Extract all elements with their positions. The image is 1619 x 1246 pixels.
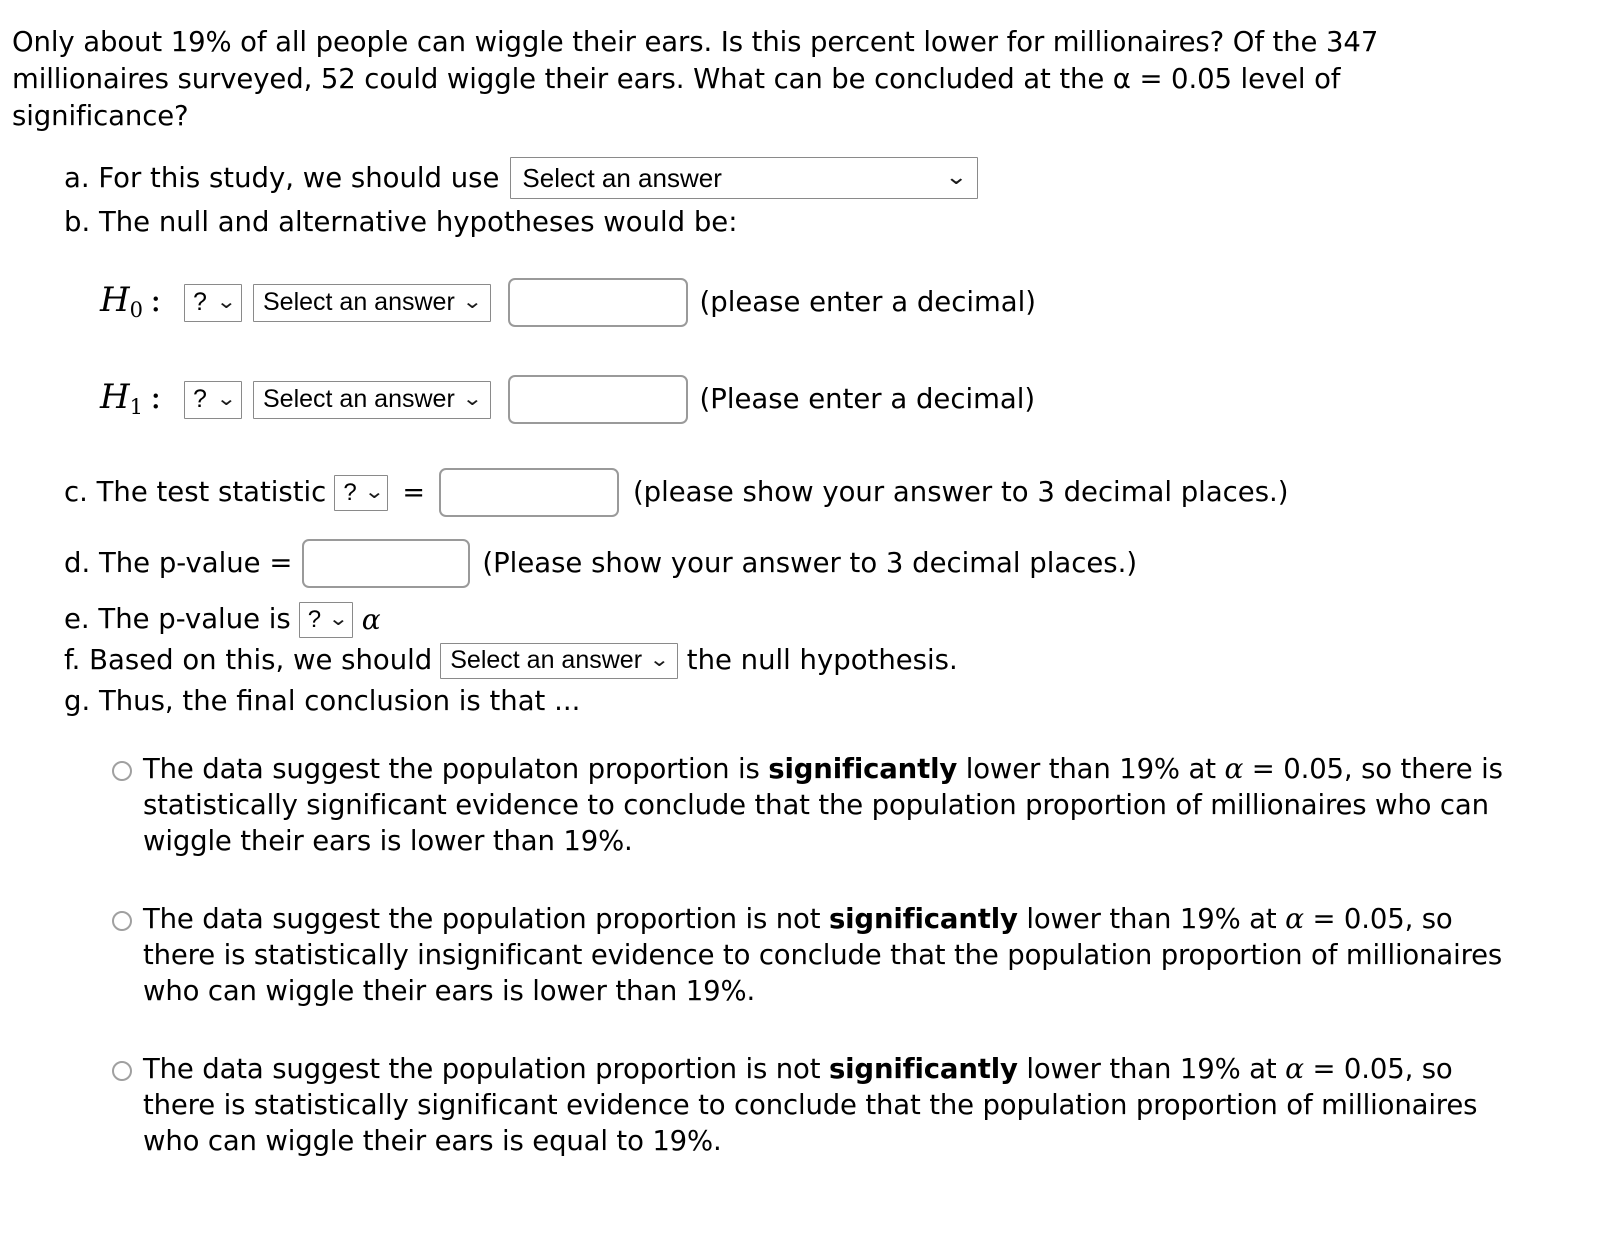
- conclusion-option-1[interactable]: The data suggest the populaton proportio…: [112, 751, 1532, 859]
- part-b: b. The null and alternative hypotheses w…: [64, 203, 1607, 242]
- h1-comparator-select[interactable]: ? ⌄: [184, 380, 242, 419]
- conclusion-option-3[interactable]: The data suggest the population proporti…: [112, 1051, 1532, 1159]
- option-1-part2: lower than 19% at: [957, 753, 1225, 785]
- test-statistic-equals: =: [402, 477, 425, 508]
- part-a: a. For this study, we should use Select …: [64, 157, 1607, 199]
- conclusion-option-2[interactable]: The data suggest the population proporti…: [112, 901, 1532, 1009]
- option-1-bold: significantly: [768, 753, 958, 785]
- h0-value-input[interactable]: [507, 278, 688, 327]
- study-type-select-value: Select an answer: [522, 163, 722, 193]
- h0-comparator-select[interactable]: ? ⌄: [184, 283, 242, 322]
- h0-parameter-value: Select an answer: [263, 288, 455, 316]
- option-2-bold: significantly: [828, 903, 1018, 935]
- h1-parameter-select[interactable]: Select an answer ⌄: [253, 380, 491, 419]
- option-3-part1: The data suggest the population proporti…: [143, 1053, 829, 1085]
- test-statistic-value: ?: [343, 478, 357, 506]
- part-a-label: a. For this study, we should use: [64, 161, 500, 194]
- option-1-alpha: α: [1224, 752, 1244, 785]
- part-d-hint: (Please show your answer to 3 decimal pl…: [482, 547, 1138, 579]
- part-f: f. Based on this, we should Select an an…: [64, 641, 1607, 680]
- part-e: e. The p-value is ? ⌄ α: [64, 600, 1607, 639]
- radio-button-option-3[interactable]: [112, 1061, 132, 1081]
- p-value-input[interactable]: [302, 539, 471, 588]
- alternative-hypothesis-row: H1: ? ⌄ Select an answer ⌄ (Please enter…: [100, 375, 1607, 424]
- test-statistic-input[interactable]: [438, 468, 619, 517]
- part-g: g. Thus, the final conclusion is that ..…: [64, 682, 1607, 721]
- chevron-down-icon: ⌄: [944, 164, 968, 189]
- option-3-bold: significantly: [828, 1053, 1018, 1085]
- h1-colon: :: [150, 377, 162, 417]
- chevron-down-icon: ⌄: [216, 387, 238, 410]
- null-hypothesis-row: H0: ? ⌄ Select an answer ⌄ (please enter…: [100, 278, 1607, 327]
- decision-select[interactable]: Select an answer ⌄: [440, 642, 678, 679]
- chevron-down-icon: ⌄: [461, 387, 483, 410]
- conclusion-option-1-text: The data suggest the populaton proportio…: [143, 751, 1532, 859]
- chevron-down-icon: ⌄: [648, 648, 670, 671]
- h1-comparator-value: ?: [193, 385, 207, 413]
- part-e-label: e. The p-value is: [64, 603, 291, 635]
- radio-button-option-2[interactable]: [112, 911, 132, 931]
- decision-select-value: Select an answer: [450, 646, 643, 674]
- part-d: d. The p-value = (Please show your answe…: [64, 539, 1607, 588]
- chevron-down-icon: ⌄: [461, 290, 483, 313]
- hypotheses-block: H0: ? ⌄ Select an answer ⌄ (please enter…: [64, 278, 1607, 424]
- chevron-down-icon: ⌄: [328, 607, 349, 630]
- h1-symbol: H: [100, 377, 130, 417]
- conclusion-options: The data suggest the populaton proportio…: [12, 751, 1607, 1159]
- h0-parameter-select[interactable]: Select an answer ⌄: [253, 283, 491, 322]
- question-page: Only about 19% of all people can wiggle …: [0, 0, 1619, 1246]
- chevron-down-icon: ⌄: [216, 290, 238, 313]
- study-type-select[interactable]: Select an answer ⌄: [510, 157, 979, 199]
- p-value-comparator-value: ?: [307, 605, 322, 633]
- part-g-label: g. Thus, the final conclusion is that ..…: [64, 685, 581, 717]
- option-3-alpha: α: [1285, 1052, 1304, 1085]
- conclusion-option-2-text: The data suggest the population proporti…: [143, 901, 1532, 1009]
- question-prompt: Only about 19% of all people can wiggle …: [12, 26, 1379, 132]
- option-3-part2: lower than 19% at: [1017, 1053, 1286, 1085]
- radio-button-option-1[interactable]: [112, 761, 132, 781]
- h0-hint: (please enter a decimal): [699, 286, 1036, 318]
- p-value-comparator-select[interactable]: ? ⌄: [298, 601, 353, 638]
- part-c-hint: (please show your answer to 3 decimal pl…: [632, 476, 1289, 508]
- alpha-symbol: α: [361, 603, 381, 636]
- option-2-alpha: α: [1285, 902, 1304, 935]
- h0-colon: :: [150, 280, 162, 320]
- h1-parameter-value: Select an answer: [263, 385, 455, 413]
- null-hypothesis-label: H0:: [100, 281, 184, 324]
- part-c: c. The test statistic ? ⌄ = (please show…: [64, 468, 1607, 517]
- option-2-part2: lower than 19% at: [1017, 903, 1286, 935]
- option-2-part1: The data suggest the population proporti…: [143, 903, 829, 935]
- question-parts: a. For this study, we should use Select …: [12, 157, 1607, 721]
- part-c-label: c. The test statistic: [64, 476, 327, 508]
- conclusion-option-3-text: The data suggest the population proporti…: [143, 1051, 1532, 1159]
- h1-value-input[interactable]: [507, 375, 688, 424]
- h0-subscript: 0: [129, 298, 144, 322]
- h0-symbol: H: [100, 280, 130, 320]
- test-statistic-select[interactable]: ? ⌄: [334, 474, 389, 511]
- chevron-down-icon: ⌄: [363, 480, 385, 503]
- h0-comparator-value: ?: [193, 288, 207, 316]
- part-f-label-before: f. Based on this, we should: [64, 644, 433, 676]
- h1-hint: (Please enter a decimal): [699, 383, 1036, 415]
- alternative-hypothesis-label: H1:: [100, 378, 184, 421]
- h1-subscript: 1: [129, 395, 144, 419]
- part-d-label: d. The p-value =: [64, 547, 293, 579]
- part-f-label-after: the null hypothesis.: [686, 644, 958, 676]
- part-b-label: b. The null and alternative hypotheses w…: [64, 206, 738, 238]
- option-1-part1: The data suggest the populaton proportio…: [143, 753, 769, 785]
